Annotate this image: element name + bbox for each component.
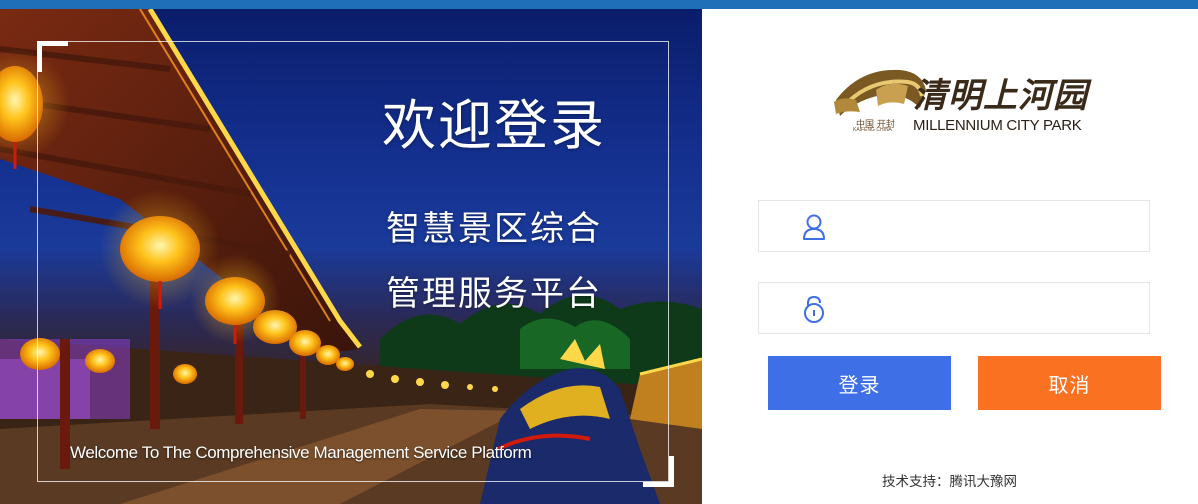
login-button[interactable]: 登录 [768,356,951,410]
platform-subtitle-line1: 智慧景区综合 [386,209,602,249]
password-field[interactable] [758,282,1150,334]
username-input[interactable] [843,207,1137,247]
lock-icon [804,295,824,323]
username-field[interactable] [758,200,1150,252]
platform-subtitle-line2: 管理服务平台 [386,274,602,314]
park-name-english: MILLENNIUM CITY PARK [913,117,1082,134]
cancel-button[interactable]: 取消 [978,356,1161,410]
welcome-title: 欢迎登录 [382,94,606,157]
hero-banner: 欢迎登录 智慧景区综合 管理服务平台 Welcome To The Compre… [0,9,702,504]
frame-corner-top-left [37,41,68,72]
welcome-english-text: Welcome To The Comprehensive Management … [70,443,532,462]
password-input[interactable] [843,289,1137,329]
technical-support-text: 技术支持：腾讯大豫网 [882,474,1017,490]
park-name-chinese: 清明上河园 [913,76,1088,116]
top-accent-bar [0,0,1198,9]
logo-location-english: KAIFENG CHINA [853,127,892,133]
user-icon [803,214,825,240]
